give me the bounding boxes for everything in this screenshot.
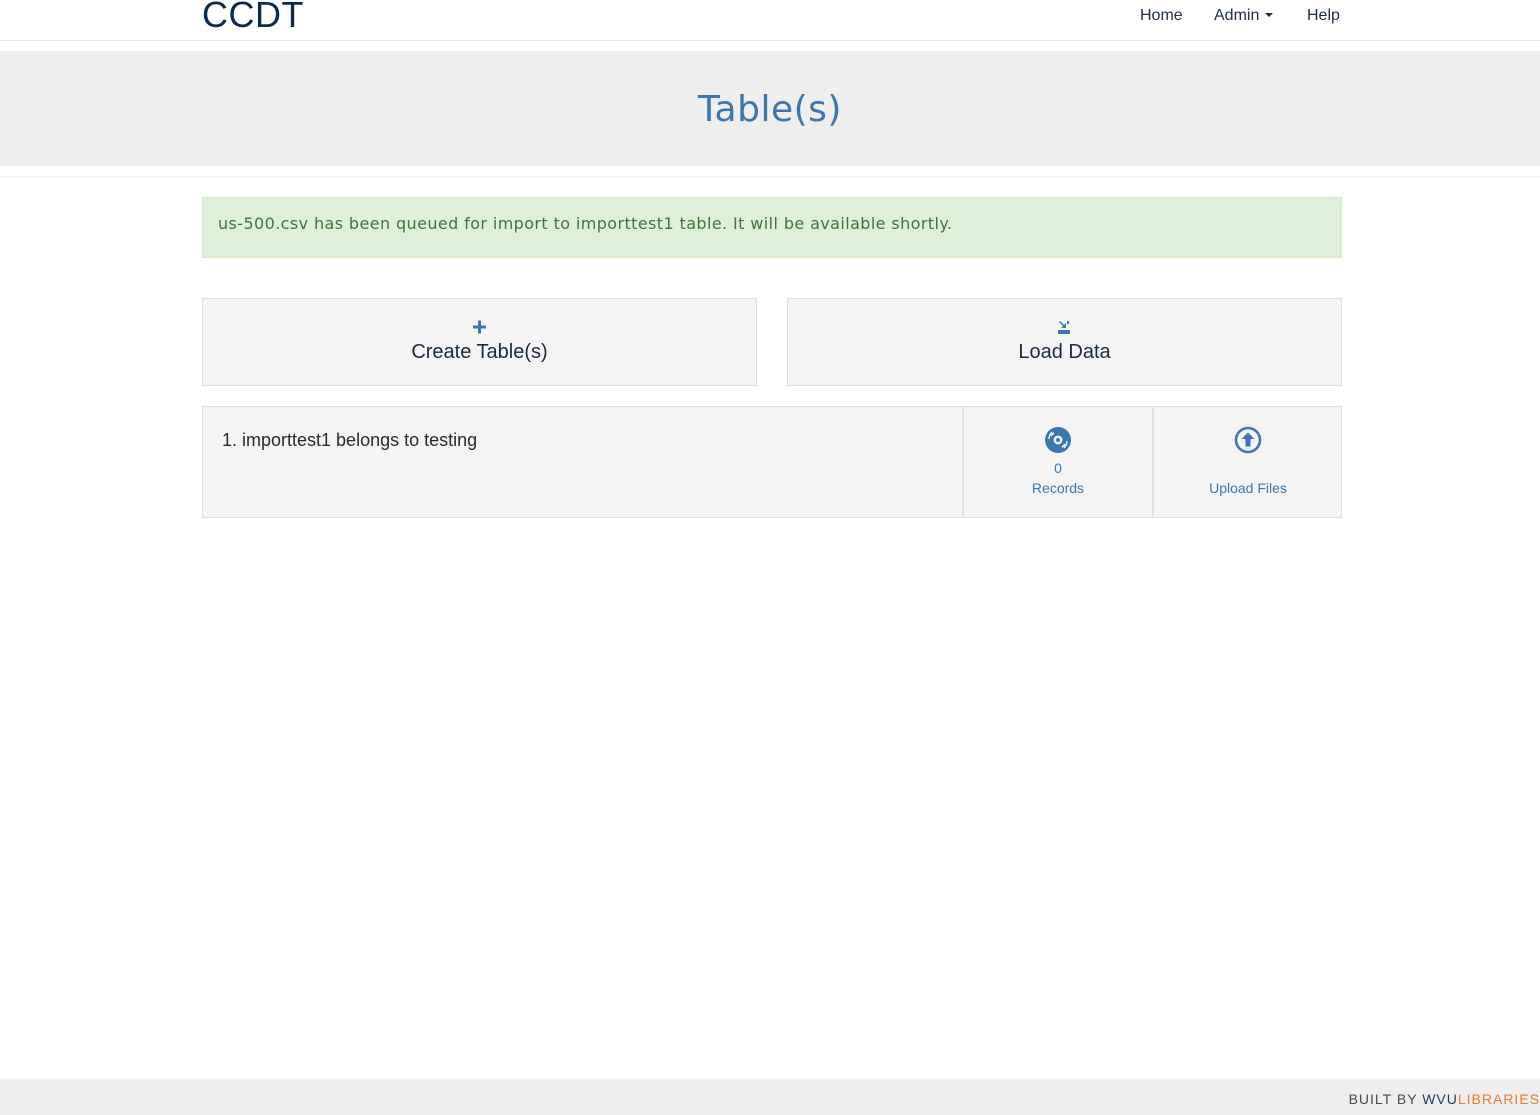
footer-libraries: LIBRARIES bbox=[1457, 1091, 1540, 1107]
footer-wvu: WVU bbox=[1422, 1091, 1458, 1107]
create-tables-button[interactable]: Create Table(s) bbox=[202, 298, 757, 386]
success-alert: us-500.csv has been queued for import to… bbox=[202, 197, 1342, 258]
page-title: Table(s) bbox=[698, 89, 842, 130]
page-header: Table(s) bbox=[0, 51, 1540, 166]
nav-home-link[interactable]: Home bbox=[1140, 7, 1183, 25]
load-data-button[interactable]: Load Data bbox=[787, 298, 1342, 386]
load-data-label: Load Data bbox=[1018, 341, 1111, 363]
nav-help-link[interactable]: Help bbox=[1307, 7, 1340, 25]
caret-down-icon bbox=[1265, 12, 1274, 17]
upload-circle-icon bbox=[1234, 426, 1262, 454]
nav-admin-dropdown[interactable]: Admin bbox=[1214, 7, 1274, 25]
footer-built-by: BUILT BY bbox=[1348, 1091, 1423, 1107]
footer-credit[interactable]: BUILT BY WVULIBRARIES bbox=[1349, 1091, 1540, 1107]
records-count: 0 bbox=[1054, 460, 1062, 476]
divider bbox=[0, 176, 1540, 177]
upload-files-button[interactable]: Upload Files bbox=[1152, 407, 1342, 517]
load-data-icon bbox=[1058, 321, 1070, 334]
table-row-main[interactable]: 1. importtest1 belongs to testing bbox=[203, 407, 963, 517]
records-label: Records bbox=[1031, 480, 1085, 496]
table-title: 1. importtest1 belongs to testing bbox=[222, 430, 478, 450]
table-row: 1. importtest1 belongs to testing 0 Reco… bbox=[202, 406, 1342, 518]
plus-icon bbox=[473, 320, 486, 334]
upload-files-label: Upload Files bbox=[1209, 480, 1287, 496]
create-tables-label: Create Table(s) bbox=[411, 341, 548, 363]
nav-admin-label: Admin bbox=[1214, 7, 1260, 24]
brand-logo[interactable]: CCDT bbox=[202, 0, 304, 36]
alert-message: us-500.csv has been queued for import to… bbox=[218, 214, 953, 233]
top-navbar: CCDT Home Admin Help bbox=[0, 0, 1540, 41]
records-button[interactable]: 0 Records bbox=[962, 407, 1152, 517]
records-disc-icon bbox=[1045, 427, 1071, 453]
page-footer: BUILT BY WVULIBRARIES bbox=[0, 1079, 1540, 1115]
